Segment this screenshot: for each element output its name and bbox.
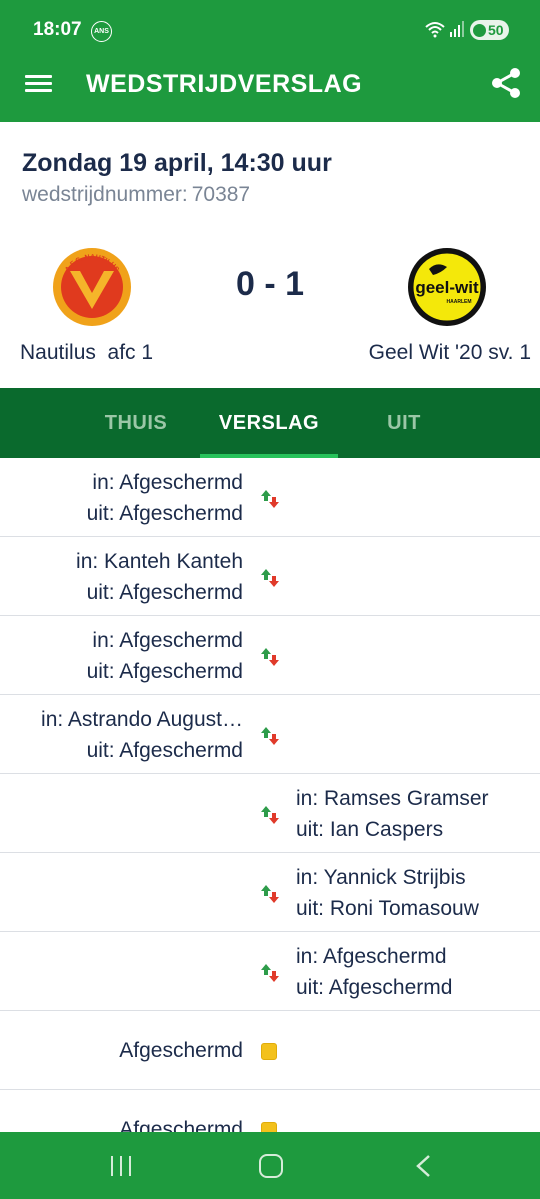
- tab-bar: THUIS VERSLAG UIT: [0, 388, 540, 458]
- event-row: in: Astrando August… uit: Afgeschermd: [0, 695, 540, 774]
- tab-verslag[interactable]: VERSLAG: [200, 388, 338, 458]
- event-player: Afgeschermd: [119, 1039, 243, 1062]
- event-line-in: in: Astrando August…: [41, 707, 243, 731]
- event-row: in: Afgeschermd uit: Afgeschermd: [0, 932, 540, 1011]
- event-text: Afgeschermd: [119, 1090, 243, 1132]
- status-time: 18:07: [33, 19, 82, 40]
- event-text: in: Afgeschermd uit: Afgeschermd: [87, 616, 243, 695]
- event-row: in: Ramses Gramser uit: Ian Caspers: [0, 774, 540, 853]
- event-text: in: Ramses Gramser uit: Ian Caspers: [296, 774, 489, 853]
- yellow-card-icon: [261, 1122, 277, 1132]
- event-line-out: uit: Afgeschermd: [86, 501, 243, 525]
- event-text: in: Afgeschermd uit: Afgeschermd: [87, 458, 243, 537]
- match-events-list[interactable]: in: Afgeschermd uit: Afgeschermd in: Kan…: [0, 458, 540, 1132]
- match-header: Zondag 19 april, 14:30 uur wedstrijdnumm…: [0, 122, 540, 388]
- back-icon[interactable]: [414, 1154, 434, 1178]
- match-number-value: 70387: [191, 183, 251, 206]
- match-date: Zondag 19 april, 14:30 uur: [22, 149, 332, 177]
- tab-uit[interactable]: UIT: [370, 388, 438, 458]
- event-line-in: in: Afgeschermd: [92, 470, 243, 494]
- status-bar: 18:07 ANS 50: [0, 0, 540, 58]
- event-row: Afgeschermd: [0, 1011, 540, 1090]
- event-row: in: Yannick Strijbis uit: Roni Tomasouw: [0, 853, 540, 932]
- event-text: Afgeschermd: [119, 1011, 243, 1090]
- notification-app-icon: ANS: [91, 21, 112, 42]
- event-line-out: uit: Afgeschermd: [86, 738, 243, 762]
- tab-verslag-label: VERSLAG: [218, 411, 320, 434]
- substitution-icon: [261, 806, 279, 824]
- event-row: in: Afgeschermd uit: Afgeschermd: [0, 458, 540, 537]
- away-logo-subtext: HAARLEM: [447, 299, 472, 305]
- event-line-in: in: Kanteh Kanteh: [76, 549, 243, 573]
- system-navigation-bar: [0, 1132, 540, 1199]
- event-line-out: uit: Afgeschermd: [296, 975, 453, 999]
- event-text: in: Afgeschermd uit: Afgeschermd: [296, 932, 452, 1011]
- match-number-label: wedstrijdnummer:: [22, 183, 188, 206]
- recents-icon[interactable]: [109, 1156, 133, 1176]
- hamburger-menu-icon[interactable]: [25, 71, 55, 97]
- away-team-logo[interactable]: geel-wit HAARLEM: [407, 247, 487, 327]
- event-line-in: in: Ramses Gramser: [296, 786, 489, 810]
- app-bar: WEDSTRIJDVERSLAG: [0, 58, 540, 122]
- event-line-out: uit: Ian Caspers: [296, 817, 444, 841]
- substitution-icon: [261, 885, 279, 903]
- away-logo-text: geel-wit: [415, 278, 479, 297]
- share-icon[interactable]: [488, 65, 524, 101]
- power-saving-icon: [473, 23, 486, 37]
- yellow-card-icon: [261, 1043, 277, 1060]
- event-text: in: Yannick Strijbis uit: Roni Tomasouw: [296, 853, 479, 932]
- event-row: in: Afgeschermd uit: Afgeschermd: [0, 616, 540, 695]
- substitution-icon: [261, 569, 279, 587]
- event-line-out: uit: Afgeschermd: [86, 580, 243, 604]
- substitution-icon: [261, 727, 279, 745]
- event-row: in: Kanteh Kanteh uit: Afgeschermd: [0, 537, 540, 616]
- substitution-icon: [261, 490, 279, 508]
- event-line-in: in: Afgeschermd: [92, 628, 243, 652]
- event-line-in: in: Yannick Strijbis: [296, 865, 466, 889]
- away-team-name[interactable]: Geel Wit '20 sv. 1: [369, 341, 531, 365]
- substitution-icon: [261, 964, 279, 982]
- signal-icon: [450, 21, 464, 37]
- home-team-name[interactable]: Nautilus afc 1: [20, 341, 153, 365]
- event-line-out: uit: Afgeschermd: [86, 659, 243, 683]
- event-player: Afgeschermd: [119, 1118, 243, 1132]
- battery-indicator: 50: [470, 20, 509, 40]
- tab-thuis[interactable]: THUIS: [86, 388, 186, 458]
- substitution-icon: [261, 648, 279, 666]
- event-text: in: Astrando August… uit: Afgeschermd: [41, 695, 243, 774]
- event-line-in: in: Afgeschermd: [296, 944, 447, 968]
- match-number: wedstrijdnummer: 70387: [22, 183, 250, 207]
- event-row: Afgeschermd: [0, 1090, 540, 1132]
- home-icon[interactable]: [259, 1154, 283, 1178]
- battery-level: 50: [488, 22, 504, 38]
- wifi-icon: [425, 22, 445, 38]
- event-text: in: Kanteh Kanteh uit: Afgeschermd: [76, 537, 243, 616]
- event-line-out: uit: Roni Tomasouw: [296, 896, 479, 920]
- page-title: WEDSTRIJDVERSLAG: [86, 70, 363, 98]
